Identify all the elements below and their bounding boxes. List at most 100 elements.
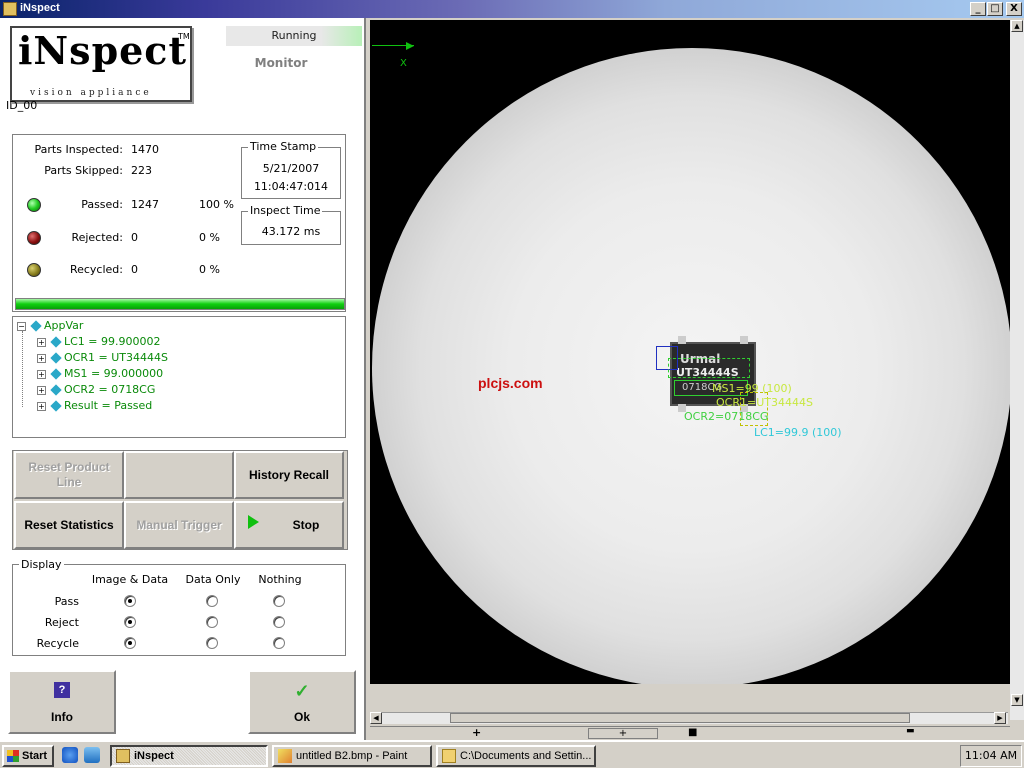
- tree-item[interactable]: + LC1 = 99.900002: [37, 335, 161, 349]
- pass-nothing-radio[interactable]: [273, 595, 285, 607]
- variable-icon: [50, 336, 62, 348]
- image-toolbar: + + ■ ▬: [370, 726, 1010, 740]
- reset-product-line-button[interactable]: Reset Product Line: [14, 451, 124, 499]
- passed-percent: 100 %: [199, 198, 234, 211]
- maximize-button[interactable]: □: [987, 2, 1003, 16]
- control-buttons: Reset Product Line History Recall Reset …: [12, 450, 348, 550]
- taskbar-item-inspect[interactable]: iNspect: [110, 745, 268, 767]
- variable-icon: [50, 368, 62, 380]
- mode-label: Monitor: [254, 56, 308, 70]
- logo-tm: TM: [178, 32, 190, 41]
- recycled-value: 0: [131, 263, 138, 276]
- recycled-label: Recycled:: [69, 263, 123, 276]
- ms1-overlay-text: MS1=99 (100): [712, 382, 792, 395]
- column-header: Image & Data: [91, 573, 169, 586]
- row-header: Reject: [44, 616, 79, 629]
- timestamp-caption: Time Stamp: [248, 140, 319, 153]
- stop-label: Stop: [292, 517, 320, 532]
- tree-item[interactable]: + OCR1 = UT34444S: [37, 351, 168, 365]
- reset-statistics-button[interactable]: Reset Statistics: [14, 501, 124, 549]
- scroll-left-icon[interactable]: ◀: [370, 712, 382, 724]
- close-button[interactable]: X: [1006, 2, 1022, 16]
- desktop-icon[interactable]: [84, 747, 100, 763]
- start-button[interactable]: Start: [2, 745, 54, 767]
- logo-brand: iNspect: [18, 28, 188, 73]
- tree-root[interactable]: − AppVar: [17, 319, 83, 333]
- app-icon: [116, 749, 130, 763]
- x-axis-label: X: [400, 58, 407, 69]
- recycle-data-only-radio[interactable]: [206, 637, 218, 649]
- ok-label: Ok: [293, 710, 310, 724]
- checkmark-icon: ✓: [294, 681, 310, 701]
- timestamp-date: 5/21/2007: [262, 162, 320, 175]
- stop-image-icon[interactable]: ■: [688, 727, 697, 738]
- scroll-up-icon[interactable]: ▲: [1011, 20, 1023, 32]
- expand-icon[interactable]: +: [37, 401, 46, 411]
- inspection-image[interactable]: X plcjs.com Urmal UT34444S 0718CG MS1=99…: [370, 20, 1010, 684]
- stop-button[interactable]: Stop: [234, 501, 344, 549]
- fit-toggle[interactable]: +: [588, 728, 658, 739]
- tree-item[interactable]: + Result = Passed: [37, 399, 152, 413]
- reject-nothing-radio[interactable]: [273, 616, 285, 628]
- zoom-in-icon[interactable]: +: [472, 726, 481, 739]
- recycle-nothing-radio[interactable]: [273, 637, 285, 649]
- appvar-tree[interactable]: − AppVar + LC1 = 99.900002 + OCR1 = UT34444…: [12, 316, 346, 438]
- history-recall-button[interactable]: History Recall: [234, 451, 344, 499]
- rejected-label: Rejected:: [71, 231, 123, 244]
- reject-data-only-radio[interactable]: [206, 616, 218, 628]
- inspect-time-caption: Inspect Time: [248, 204, 323, 217]
- tree-item-label: OCR1 = UT34444S: [64, 351, 168, 364]
- scroll-down-icon[interactable]: ▼: [1011, 694, 1023, 706]
- parts-inspected-value: 1470: [131, 143, 159, 156]
- inspect-logo: iNspect TM vision appliance: [10, 26, 192, 102]
- play-icon: [248, 515, 259, 529]
- blank-button: [124, 451, 234, 499]
- ocr1-roi-box: [668, 358, 750, 378]
- vertical-scrollbar[interactable]: ▲ ▼: [1010, 20, 1024, 720]
- variable-icon: [50, 400, 62, 412]
- recycle-image-data-radio[interactable]: [124, 637, 136, 649]
- recycled-percent: 0 %: [199, 263, 220, 276]
- collapse-icon[interactable]: −: [17, 321, 26, 331]
- inspect-time-value: 43.172 ms: [261, 225, 321, 238]
- pass-data-only-radio[interactable]: [206, 595, 218, 607]
- timestamp-time: 11:04:47:014: [253, 180, 329, 193]
- ocr2-overlay-text: OCR2=0718CG: [684, 410, 769, 423]
- variable-icon: [30, 320, 42, 332]
- tree-item[interactable]: + MS1 = 99.000000: [37, 367, 163, 381]
- pass-image-data-radio[interactable]: [124, 595, 136, 607]
- rejected-value: 0: [131, 231, 138, 244]
- running-status: Running: [226, 26, 362, 46]
- taskbar-item-paint[interactable]: untitled B2.bmp - Paint: [272, 745, 432, 767]
- minimize-button[interactable]: _: [970, 2, 986, 16]
- tree-connector: [22, 331, 23, 407]
- progress-fill: [16, 299, 344, 309]
- scroll-thumb[interactable]: [450, 713, 910, 723]
- scroll-right-icon[interactable]: ▶: [994, 712, 1006, 724]
- expand-icon[interactable]: +: [37, 385, 46, 395]
- info-button[interactable]: ? Info: [8, 670, 116, 734]
- zoom-out-icon[interactable]: ▬: [906, 726, 915, 736]
- ok-button[interactable]: ✓ Ok: [248, 670, 356, 734]
- watermark: plcjs.com: [478, 375, 543, 391]
- expand-icon[interactable]: +: [37, 337, 46, 347]
- expand-icon[interactable]: +: [37, 353, 46, 363]
- task-label: untitled B2.bmp - Paint: [296, 750, 408, 762]
- display-caption: Display: [19, 558, 64, 571]
- passed-value: 1247: [131, 198, 159, 211]
- info-label: Info: [51, 710, 73, 724]
- taskbar-item-explorer[interactable]: C:\Documents and Settin...: [436, 745, 596, 767]
- manual-trigger-button[interactable]: Manual Trigger: [124, 501, 234, 549]
- logo-tagline: vision appliance: [30, 88, 152, 98]
- windows-logo-icon: [7, 750, 19, 762]
- tree-item-label: LC1 = 99.900002: [64, 335, 161, 348]
- internet-explorer-icon[interactable]: [62, 747, 78, 763]
- ocr1-overlay-text: OCR1=UT34444S: [716, 396, 813, 409]
- reject-image-data-radio[interactable]: [124, 616, 136, 628]
- row-header: Pass: [54, 595, 79, 608]
- horizontal-scrollbar[interactable]: ◀ ▶: [370, 712, 1008, 724]
- chip-pin: [740, 336, 748, 344]
- inspect-time-box: Inspect Time 43.172 ms: [241, 204, 341, 245]
- expand-icon[interactable]: +: [37, 369, 46, 379]
- tree-item[interactable]: + OCR2 = 0718CG: [37, 383, 155, 397]
